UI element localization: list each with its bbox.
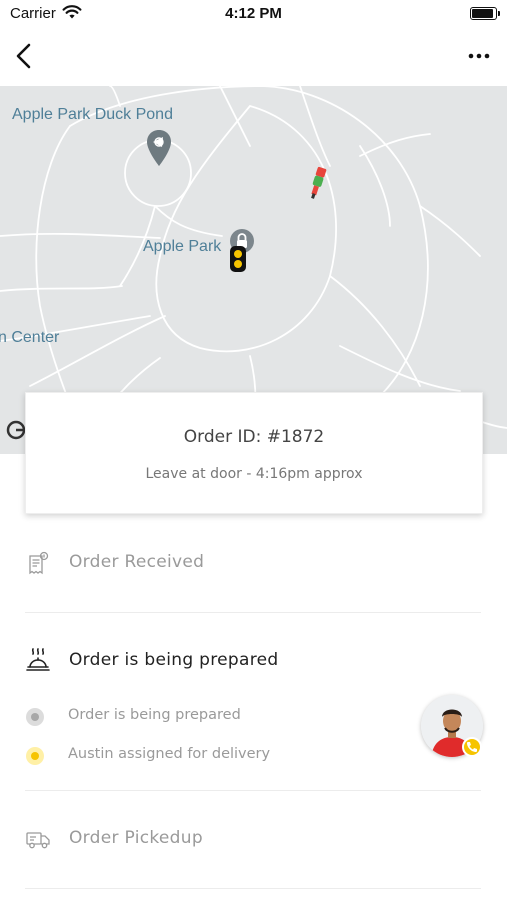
sub-status-preparing: Order is being prepared: [25, 705, 425, 729]
status-dot-yellow: [26, 747, 44, 765]
map-pin-icon[interactable]: [145, 128, 173, 168]
map-label-apple-park: Apple Park: [143, 238, 222, 255]
divider: [25, 888, 481, 889]
order-id: Order ID: #1872: [183, 427, 325, 447]
battery-tip: [498, 11, 500, 16]
clock: 4:12 PM: [225, 5, 282, 22]
rider-icon[interactable]: [304, 164, 330, 202]
battery-icon: [470, 7, 497, 20]
divider: [25, 612, 481, 613]
more-horizontal-icon: [468, 53, 490, 59]
sub-status-assigned: Austin assigned for delivery: [25, 744, 425, 768]
map-label-duck-pond: Apple Park Duck Pond: [12, 106, 173, 123]
phone-icon: [467, 742, 477, 752]
step-label-prepared: Order is being prepared: [69, 650, 279, 670]
back-button[interactable]: [10, 40, 38, 72]
status-dot-grey: [26, 708, 44, 726]
map-label-center: n Center: [0, 329, 60, 346]
divider: [25, 790, 481, 791]
food-tray-icon: [26, 648, 50, 671]
google-logo-icon: [6, 420, 26, 440]
step-label-received: Order Received: [69, 552, 205, 572]
chevron-left-icon: [16, 43, 31, 69]
receipt-icon: [29, 551, 49, 575]
sub-status-label: Order is being prepared: [68, 707, 241, 723]
sub-status-label: Austin assigned for delivery: [68, 746, 271, 762]
status-bar: Carrier 4:12 PM: [0, 0, 507, 28]
call-button[interactable]: [462, 737, 482, 757]
delivery-truck-icon: [26, 832, 50, 849]
more-options-button[interactable]: [467, 48, 491, 64]
order-card: Order ID: #1872 Leave at door - 4:16pm a…: [25, 392, 483, 514]
delivery-estimate: Leave at door - 4:16pm approx: [145, 466, 363, 482]
step-label-pickedup: Order Pickedup: [69, 828, 203, 848]
nav-bar: [0, 28, 507, 86]
courier-icon[interactable]: [228, 244, 248, 274]
